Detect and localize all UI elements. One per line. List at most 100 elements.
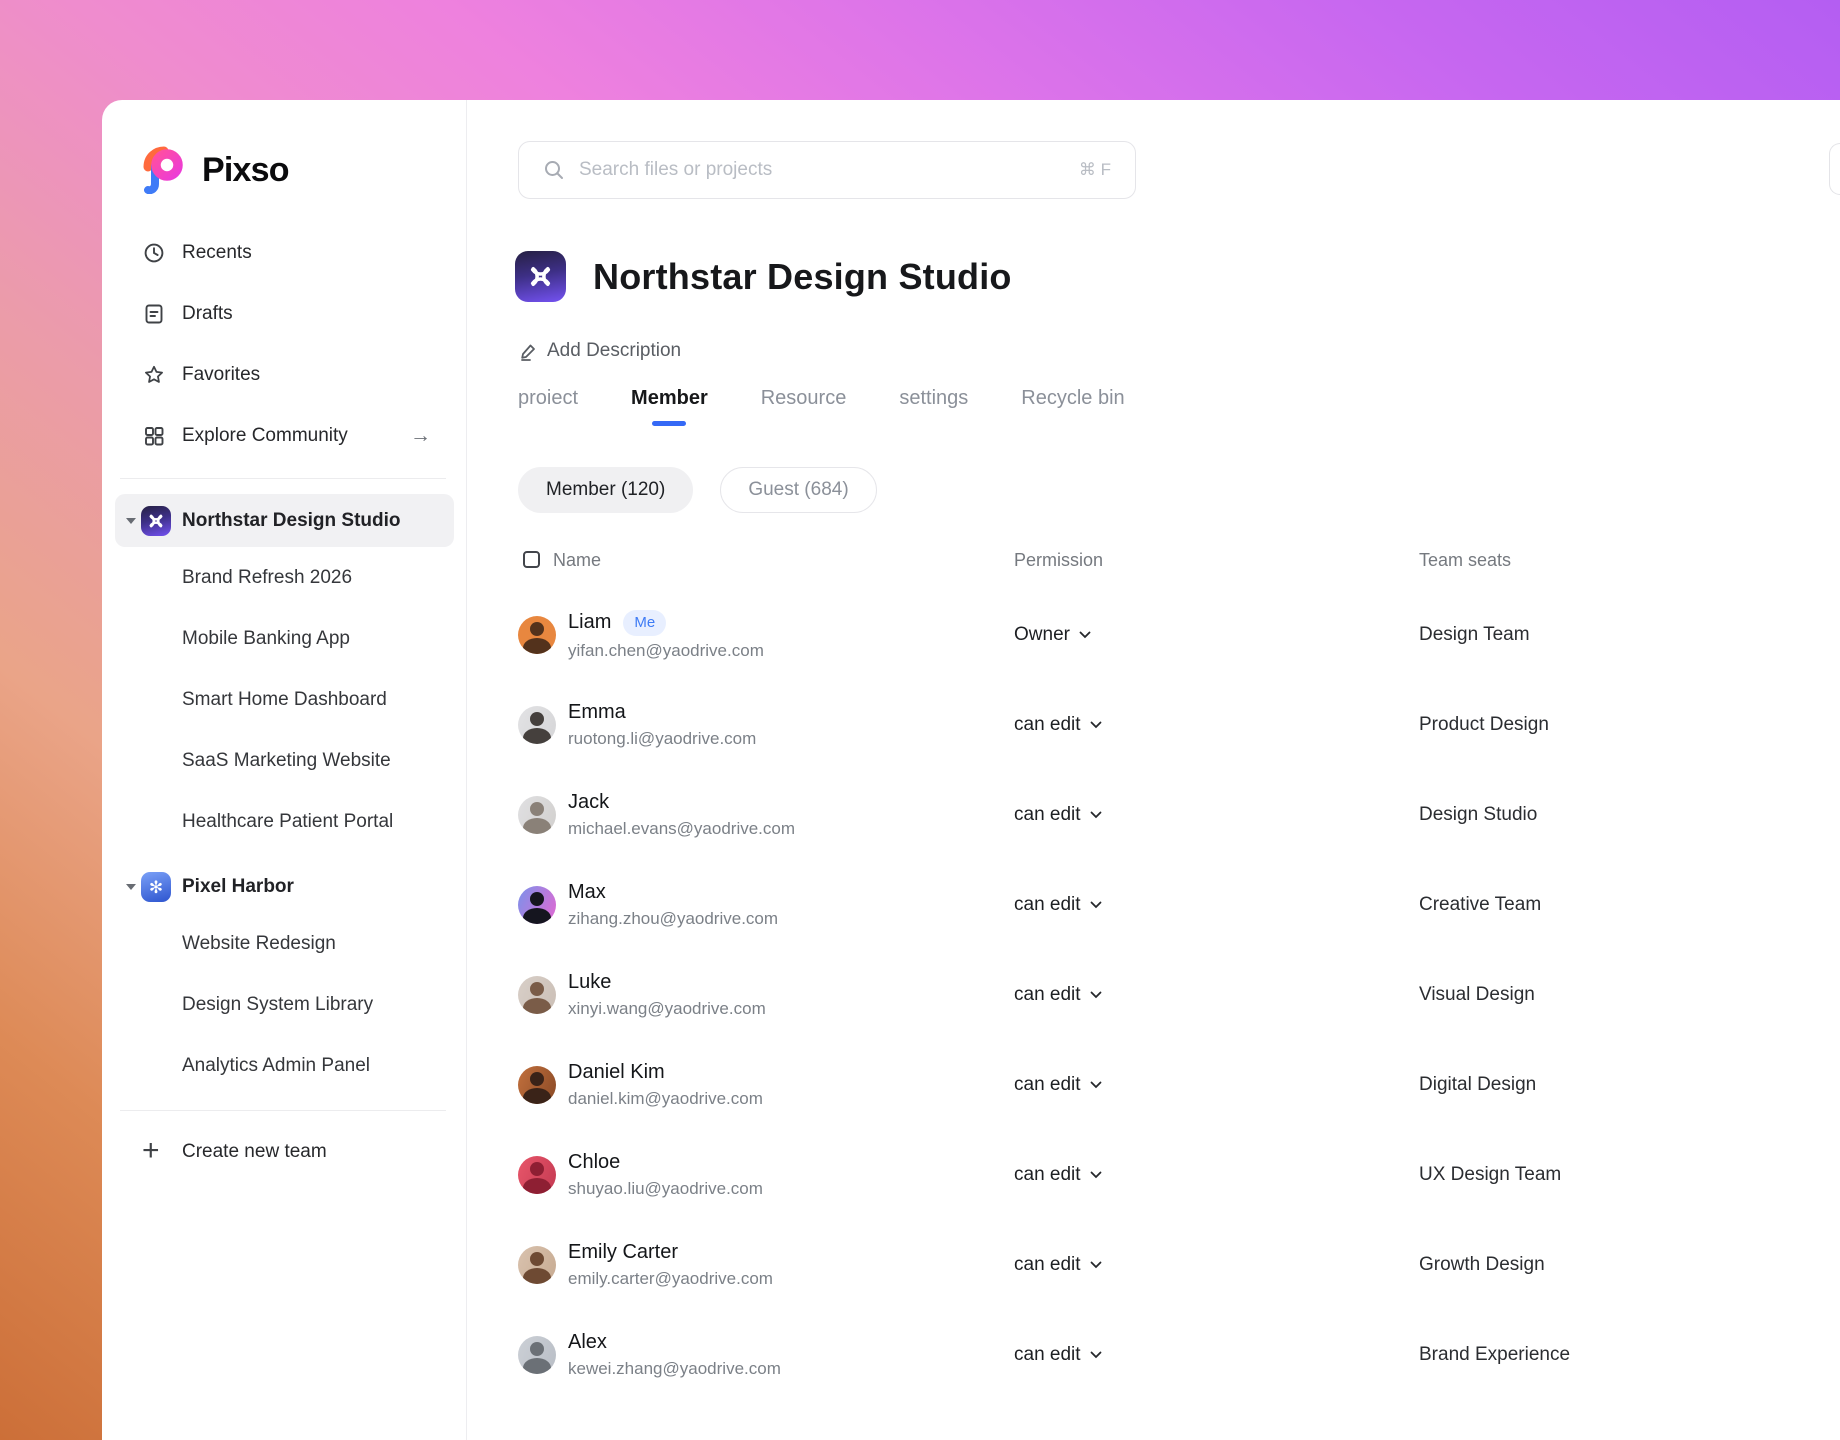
search-bar[interactable]: ⌘ F [518,141,1136,199]
member-table-row[interactable]: Daniel Kim daniel.kim@yaodrive.com can e… [467,1040,1840,1130]
add-description-button[interactable]: Add Description [519,340,681,362]
tab[interactable]: proiect [518,386,578,432]
sidebar-team-item[interactable]: ✻ Northstar Design Studio [115,494,454,547]
add-description-label: Add Description [547,340,681,362]
avatar-silhouette [530,622,544,636]
create-team-label: Create new team [182,1130,327,1174]
tab[interactable]: settings [899,386,968,432]
sidebar-item-label: Explore Community [182,414,348,458]
member-name: Luke [568,971,611,994]
project-name-label: Design System Library [182,974,373,1035]
team-seat-value: Brand Experience [1419,1344,1570,1366]
sidebar-project-item[interactable]: Design System Library [115,974,454,1035]
sidebar-item-explore-community[interactable]: Explore Community → [102,414,466,458]
member-table-row[interactable]: Jack michael.evans@yaodrive.com can edit… [467,770,1840,860]
team-seat-value: UX Design Team [1419,1164,1561,1186]
member-table-row[interactable]: Liam Me yifan.chen@yaodrive.com Owner De… [467,590,1840,680]
sidebar-project-item[interactable]: Website Redesign [115,913,454,974]
permission-dropdown[interactable]: can edit [1014,680,1102,770]
search-input[interactable] [579,159,1065,181]
clock-icon [143,242,165,264]
team-seat-cell: Digital Design [1419,1040,1536,1130]
team-seat-cell: UX Design Team [1419,1130,1561,1220]
member-table-body: Liam Me yifan.chen@yaodrive.com Owner De… [467,590,1840,1400]
tab[interactable]: Member [631,386,708,432]
filter-pill[interactable]: Member (120) [518,467,693,513]
member-name: Emma [568,701,626,724]
member-identity: Max zihang.zhou@yaodrive.com [568,860,778,950]
filter-pill[interactable]: Guest (684) [720,467,876,513]
project-name-label: Healthcare Patient Portal [182,791,393,852]
sidebar-item-label: Recents [182,231,252,275]
member-identity: Luke xinyi.wang@yaodrive.com [568,950,766,1040]
member-table-row[interactable]: Emily Carter emily.carter@yaodrive.com c… [467,1220,1840,1310]
avatar-silhouette [530,1342,544,1356]
sidebar-project-item[interactable]: Brand Refresh 2026 [115,547,454,608]
permission-value: can edit [1014,804,1081,826]
sidebar-project-item[interactable]: Mobile Banking App [115,608,454,669]
sidebar-project-item[interactable]: SaaS Marketing Website [115,730,454,791]
member-email: ruotong.li@yaodrive.com [568,729,756,749]
member-table-row[interactable]: Max zihang.zhou@yaodrive.com can edit Cr… [467,860,1840,950]
permission-dropdown[interactable]: Owner [1014,590,1091,680]
tab-label: Recycle bin [1021,387,1124,409]
sidebar-divider [120,478,446,479]
avatar [518,976,556,1014]
chevron-down-icon [1090,1171,1102,1179]
member-table-row[interactable]: Alex kewei.zhang@yaodrive.com can edit B… [467,1310,1840,1400]
permission-dropdown[interactable]: can edit [1014,770,1102,860]
tab[interactable]: Resource [761,386,847,432]
team-name-label: Pixel Harbor [182,860,294,913]
sidebar-item-label: Drafts [182,292,233,336]
permission-dropdown[interactable]: can edit [1014,1310,1102,1400]
member-table-row[interactable]: Emma ruotong.li@yaodrive.com can edit Pr… [467,680,1840,770]
member-identity: Emma ruotong.li@yaodrive.com [568,680,756,770]
snowflake-icon: ✻ [149,879,163,896]
member-table-row[interactable]: Chloe shuyao.liu@yaodrive.com can edit U… [467,1130,1840,1220]
member-identity: Daniel Kim daniel.kim@yaodrive.com [568,1040,763,1130]
member-name: Liam [568,611,611,634]
chevron-down-icon[interactable] [126,884,136,890]
pixso-logo-icon [140,146,186,194]
permission-dropdown[interactable]: can edit [1014,1130,1102,1220]
avatar-silhouette [530,1072,544,1086]
member-email: zihang.zhou@yaodrive.com [568,909,778,929]
permission-dropdown[interactable]: can edit [1014,1040,1102,1130]
avatar-silhouette [523,1088,551,1104]
member-name: Daniel Kim [568,1061,665,1084]
permission-dropdown[interactable]: can edit [1014,860,1102,950]
chevron-down-icon [1090,901,1102,909]
edge-panel-handle[interactable] [1829,143,1840,195]
member-identity: Jack michael.evans@yaodrive.com [568,770,795,860]
permission-dropdown[interactable]: can edit [1014,1220,1102,1310]
team-seat-cell: Product Design [1419,680,1549,770]
sidebar-item-drafts[interactable]: Drafts [102,292,466,336]
tab-label: Resource [761,387,847,409]
arrow-right-icon[interactable]: → [410,414,431,458]
sidebar-team-item[interactable]: ✻ Pixel Harbor [115,860,454,913]
team-icon: ✻ [141,506,171,536]
member-table-row[interactable]: Luke xinyi.wang@yaodrive.com can edit Vi… [467,950,1840,1040]
select-all-checkbox[interactable] [523,551,540,568]
permission-dropdown[interactable]: can edit [1014,950,1102,1040]
sidebar-project-item[interactable]: Smart Home Dashboard [115,669,454,730]
avatar [518,1336,556,1374]
member-identity: Alex kewei.zhang@yaodrive.com [568,1310,781,1400]
team-name-label: Northstar Design Studio [182,494,401,547]
chevron-down-icon [1079,631,1091,639]
avatar [518,706,556,744]
team-header: Northstar Design Studio [515,251,1012,302]
sidebar-project-item[interactable]: Analytics Admin Panel [115,1035,454,1096]
chevron-down-icon [1090,1081,1102,1089]
member-identity: Emily Carter emily.carter@yaodrive.com [568,1220,773,1310]
avatar-silhouette [523,1178,551,1194]
chevron-down-icon[interactable] [126,518,136,524]
sidebar-item-recents[interactable]: Recents [102,231,466,275]
sidebar-project-item[interactable]: Healthcare Patient Portal [115,791,454,852]
sidebar-item-favorites[interactable]: Favorites [102,353,466,397]
tab[interactable]: Recycle bin [1021,386,1124,432]
team-avatar-icon [515,251,566,302]
team-seat-cell: Visual Design [1419,950,1535,1040]
pixso-logo[interactable]: Pixso [140,146,289,194]
create-new-team-button[interactable]: + Create new team [102,1130,466,1174]
